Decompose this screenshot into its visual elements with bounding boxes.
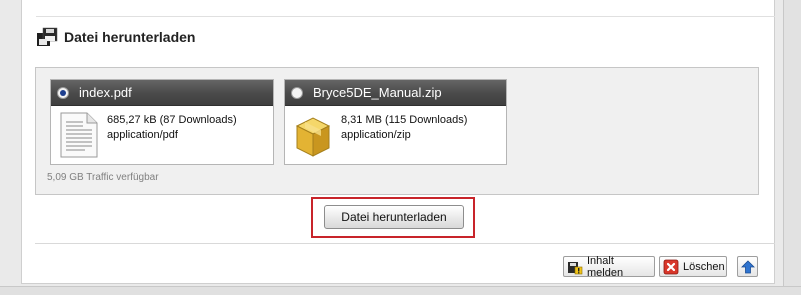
file-radio[interactable] xyxy=(291,86,303,99)
file-meta: 8,31 MB (115 Downloads) application/zip xyxy=(341,113,467,143)
section-title: Datei herunterladen xyxy=(64,29,196,45)
window-right-strip xyxy=(783,0,801,294)
delete-label: Löschen xyxy=(683,260,725,273)
file-mime: application/zip xyxy=(341,129,411,141)
file-card-header[interactable]: index.pdf xyxy=(51,80,273,106)
file-size: 8,31 MB (115 Downloads) xyxy=(341,114,468,126)
traffic-info: 5,09 GB Traffic verfügbar xyxy=(47,172,159,183)
report-content-label: Inhalt melden xyxy=(587,254,624,279)
zip-archive-box-icon xyxy=(295,117,331,157)
report-content-button[interactable]: Inhalt melden xyxy=(563,254,655,279)
file-card-body: 685,27 kB (87 Downloads) application/pdf xyxy=(51,106,273,164)
footer-divider xyxy=(35,243,775,244)
file-card-zip[interactable]: Bryce5DE_Manual.zip 8,31 MB (115 Downloa… xyxy=(284,79,507,165)
download-button[interactable]: Datei herunterladen xyxy=(324,205,464,229)
top-divider xyxy=(36,16,775,17)
file-mime: application/pdf xyxy=(107,129,178,141)
delete-button[interactable]: Löschen xyxy=(659,256,727,277)
floppy-disk-icon xyxy=(37,27,58,46)
file-name[interactable]: Bryce5DE_Manual.zip xyxy=(313,85,442,100)
delete-icon xyxy=(663,259,679,274)
file-card-pdf[interactable]: index.pdf 685,27 kB (87 Downloads) appli… xyxy=(50,79,274,165)
pdf-document-icon xyxy=(60,112,98,158)
file-card-body: 8,31 MB (115 Downloads) application/zip xyxy=(285,106,506,164)
arrow-up-icon xyxy=(740,259,755,273)
scroll-top-button[interactable] xyxy=(737,256,758,277)
file-list: index.pdf 685,27 kB (87 Downloads) appli… xyxy=(35,67,759,195)
report-icon xyxy=(568,261,583,274)
file-meta: 685,27 kB (87 Downloads) application/pdf xyxy=(107,113,237,143)
section-header: Datei herunterladen xyxy=(36,26,195,48)
file-radio-selected[interactable] xyxy=(57,86,69,99)
file-card-header[interactable]: Bryce5DE_Manual.zip xyxy=(285,80,506,106)
file-size: 685,27 kB (87 Downloads) xyxy=(107,114,237,126)
file-name[interactable]: index.pdf xyxy=(79,85,132,100)
